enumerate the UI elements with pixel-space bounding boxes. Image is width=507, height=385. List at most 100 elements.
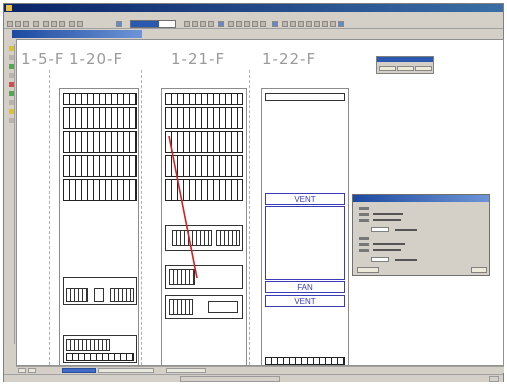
mini-button[interactable] xyxy=(379,66,396,71)
shape-tool-icon[interactable] xyxy=(9,64,14,69)
copy-icon[interactable] xyxy=(51,21,57,27)
shelf-unit[interactable] xyxy=(165,131,243,153)
fixture-block[interactable] xyxy=(63,335,137,363)
tool-icon[interactable] xyxy=(330,21,336,27)
aisle-label: 1-20-F xyxy=(69,50,124,68)
tool-icon[interactable] xyxy=(228,21,234,27)
tool-icon[interactable] xyxy=(184,21,190,27)
field-label xyxy=(359,249,369,252)
tool-icon[interactable] xyxy=(306,21,312,27)
aisle-header-box[interactable] xyxy=(265,93,345,101)
scroll-right-button[interactable] xyxy=(28,368,36,373)
fixture-outline[interactable] xyxy=(265,206,345,280)
fixture-block[interactable] xyxy=(165,295,243,319)
open-icon[interactable] xyxy=(15,21,21,27)
tool-icon[interactable] xyxy=(314,21,320,27)
delete-tool-icon[interactable] xyxy=(9,82,14,87)
field-label xyxy=(359,243,369,246)
cut-icon[interactable] xyxy=(43,21,49,27)
scroll-left-button[interactable] xyxy=(18,368,26,373)
field-label xyxy=(359,207,369,210)
fixture-block[interactable] xyxy=(63,277,137,305)
aisle-panel[interactable] xyxy=(161,88,247,365)
shelf-unit[interactable] xyxy=(165,155,243,177)
shelf-unit[interactable] xyxy=(63,155,137,177)
sheet-tab[interactable] xyxy=(98,368,154,373)
shelf-unit[interactable] xyxy=(265,357,345,365)
shelf-unit[interactable] xyxy=(63,107,137,129)
aisle-panel[interactable] xyxy=(59,88,139,365)
text-tool-icon[interactable] xyxy=(9,73,14,78)
shelf-unit xyxy=(66,353,134,361)
tool-icon[interactable] xyxy=(338,21,344,27)
tool-icon[interactable] xyxy=(282,21,288,27)
tool-icon[interactable] xyxy=(236,21,242,27)
new-icon[interactable] xyxy=(7,21,13,27)
left-toolbar xyxy=(8,44,15,344)
tool-icon[interactable] xyxy=(200,21,206,27)
fixture-block[interactable] xyxy=(165,225,243,251)
fixture-hatch xyxy=(66,288,88,302)
tool-icon[interactable] xyxy=(192,21,198,27)
tool-icon[interactable] xyxy=(272,21,278,27)
fixture-tool-icon[interactable] xyxy=(9,91,14,96)
fixture-hatch xyxy=(169,269,195,285)
input-field[interactable] xyxy=(371,227,389,232)
field-value xyxy=(395,259,417,261)
aisle-divider xyxy=(141,70,142,365)
mini-toolbar-window[interactable] xyxy=(376,56,434,74)
shelf-unit[interactable] xyxy=(165,179,243,201)
undo-icon[interactable] xyxy=(69,21,75,27)
properties-dialog[interactable] xyxy=(352,194,490,276)
shelf-unit[interactable] xyxy=(63,179,137,201)
dialog-button[interactable] xyxy=(471,267,487,273)
mini-toolbar-title[interactable] xyxy=(377,57,433,62)
dialog-title-bar[interactable] xyxy=(353,195,489,202)
dialog-button[interactable] xyxy=(357,267,379,273)
application-window: 1-5-F 1-20-F 1-21-F 1-22-F VENT FAN VENT xyxy=(3,3,504,382)
aisle-label: 1-5-F xyxy=(21,50,65,68)
shelf-unit[interactable] xyxy=(63,93,137,105)
status-field xyxy=(489,376,499,382)
sheet-tab[interactable] xyxy=(62,368,96,373)
fixture-block[interactable] xyxy=(165,265,243,289)
input-field[interactable] xyxy=(371,257,389,262)
field-value xyxy=(395,229,417,231)
field-label xyxy=(359,237,369,240)
field-value xyxy=(373,249,401,251)
title-bar xyxy=(4,4,503,12)
tool-icon[interactable] xyxy=(244,21,250,27)
redo-icon[interactable] xyxy=(77,21,83,27)
sheet-tab[interactable] xyxy=(166,368,206,373)
tool-icon[interactable] xyxy=(322,21,328,27)
shelf-unit[interactable] xyxy=(63,131,137,153)
line-tool-icon[interactable] xyxy=(9,55,14,60)
zoom-icon[interactable] xyxy=(116,21,122,27)
field-label xyxy=(359,219,369,222)
tool-icon[interactable] xyxy=(260,21,266,27)
select-tool-icon[interactable] xyxy=(9,46,14,51)
measure-tool-icon[interactable] xyxy=(9,100,14,105)
shelf-unit[interactable] xyxy=(165,93,243,105)
tool-icon[interactable] xyxy=(298,21,304,27)
grid-tool-icon[interactable] xyxy=(9,118,14,123)
drawing-title-bar[interactable] xyxy=(12,30,142,38)
aisle-panel[interactable]: VENT FAN VENT xyxy=(261,88,349,365)
mini-button[interactable] xyxy=(415,66,432,71)
label-tool-icon[interactable] xyxy=(9,109,14,114)
print-icon[interactable] xyxy=(33,21,39,27)
tool-icon[interactable] xyxy=(218,21,224,27)
zoom-combo[interactable] xyxy=(130,20,176,28)
shelf-unit[interactable] xyxy=(165,107,243,129)
vent-fixture[interactable]: VENT xyxy=(265,295,345,307)
tool-icon[interactable] xyxy=(252,21,258,27)
tool-icon[interactable] xyxy=(208,21,214,27)
fan-fixture[interactable]: FAN xyxy=(265,281,345,293)
mini-button[interactable] xyxy=(397,66,414,71)
fixture-box xyxy=(208,301,238,313)
save-icon[interactable] xyxy=(23,21,29,27)
tool-icon[interactable] xyxy=(290,21,296,27)
field-value xyxy=(373,219,401,221)
vent-fixture[interactable]: VENT xyxy=(265,193,345,205)
paste-icon[interactable] xyxy=(59,21,65,27)
